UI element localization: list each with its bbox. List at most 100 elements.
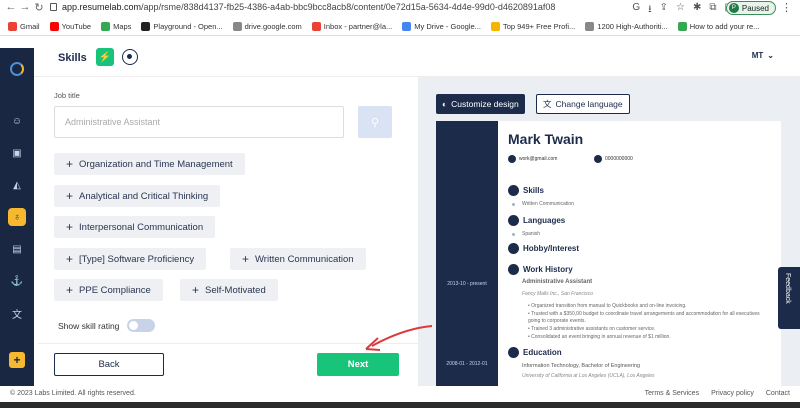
plus-icon: + bbox=[66, 220, 74, 234]
resume-language-item: Spanish bbox=[522, 231, 541, 237]
feedback-label: Feedback bbox=[784, 273, 791, 304]
user-menu[interactable]: MT ⌄ bbox=[752, 51, 774, 60]
bookmark-favicon-icon bbox=[101, 21, 111, 31]
skill-chip[interactable]: + Analytical and Critical Thinking bbox=[54, 185, 221, 207]
change-language-button[interactable]: 文 Change language bbox=[536, 94, 630, 114]
translate-icon[interactable]: 文 bbox=[8, 304, 26, 322]
resume-bullet: • Organized transition from manual to Qu… bbox=[528, 303, 687, 309]
app-logo[interactable] bbox=[10, 62, 24, 76]
skill-chip[interactable]: + Organization and Time Management bbox=[54, 153, 245, 175]
skill-rating-row: Show skill rating bbox=[58, 319, 156, 332]
skill-chip-label: Self-Motivated bbox=[205, 284, 266, 296]
terms-link[interactable]: Terms & Services bbox=[645, 390, 699, 397]
resume-company: Fancy Malls Inc., San Francisco bbox=[522, 291, 593, 297]
bookmark-label: Top 949+ Free Profi... bbox=[502, 21, 576, 31]
resume-education-heading: Education bbox=[508, 347, 562, 358]
profile-section-icon[interactable]: ☺ bbox=[8, 112, 26, 130]
bookmark-favicon-icon bbox=[311, 21, 321, 31]
lightbulb-icon bbox=[508, 185, 519, 196]
customize-design-label: Customize design bbox=[451, 99, 519, 109]
contact-link[interactable]: Contact bbox=[766, 390, 790, 397]
menu-icon[interactable]: ⋮ bbox=[781, 1, 792, 14]
bookmark-item[interactable]: 1200 High-Authoriti... bbox=[585, 21, 668, 31]
resume-school: University of California at Los Angeles … bbox=[522, 373, 655, 379]
customize-design-button[interactable]: ◐ Customize design bbox=[436, 94, 525, 114]
email-icon bbox=[508, 155, 516, 163]
resume-sidebar bbox=[436, 121, 498, 386]
plus-icon: + bbox=[66, 252, 74, 266]
anchor-icon[interactable]: ⚓ bbox=[8, 272, 26, 290]
search-button[interactable]: ⚲ bbox=[358, 106, 392, 138]
feedback-tab[interactable]: Feedback bbox=[778, 267, 800, 329]
forward-arrow-icon[interactable]: → bbox=[18, 1, 32, 13]
resume-email: work@gmail.com bbox=[508, 155, 557, 163]
bookmark-favicon-icon bbox=[677, 21, 687, 31]
plus-icon: + bbox=[66, 157, 74, 171]
skill-chip[interactable]: + Written Communication bbox=[230, 248, 366, 270]
taskbar-strip bbox=[0, 402, 800, 408]
resume-bullet: • Trusted with a $350,00 budget to coord… bbox=[528, 311, 760, 324]
skill-chip-label: [Type] Software Proficiency bbox=[79, 253, 195, 265]
resume-job-title: Administrative Assistant bbox=[522, 279, 593, 285]
bookmark-item[interactable]: YouTube bbox=[49, 21, 91, 31]
plus-icon: + bbox=[192, 283, 200, 297]
resume-name: Mark Twain bbox=[508, 131, 584, 147]
bookmark-favicon-icon bbox=[490, 21, 500, 31]
copyright: © 2023 Labs Limited. All rights reserved… bbox=[10, 390, 136, 397]
document-icon[interactable]: ▤ bbox=[8, 240, 26, 258]
resume-languages-heading: Languages bbox=[508, 215, 565, 226]
bookmark-item[interactable]: Top 949+ Free Profi... bbox=[490, 21, 576, 31]
skill-chip[interactable]: + Self-Motivated bbox=[180, 279, 278, 301]
resume-document[interactable]: 2013-10 - present 2008-01 - 2012-01 Mark… bbox=[436, 121, 781, 386]
skill-chip[interactable]: + [Type] Software Proficiency bbox=[54, 248, 207, 270]
plus-icon: + bbox=[242, 252, 250, 266]
bookmark-favicon-icon bbox=[402, 21, 412, 31]
bullet-dot bbox=[512, 203, 515, 206]
bookmark-label: My Drive - Google... bbox=[414, 21, 481, 31]
resume-bullet: • Trained 3 administrative assistants on… bbox=[528, 326, 656, 332]
privacy-link[interactable]: Privacy policy bbox=[711, 390, 754, 397]
skill-rating-toggle[interactable] bbox=[127, 319, 156, 332]
bookmark-item[interactable]: My Drive - Google... bbox=[402, 21, 481, 31]
skill-chip-label: Written Communication bbox=[255, 253, 354, 265]
bookmark-item[interactable]: drive.google.com bbox=[232, 21, 302, 31]
browser-address-row: ← → ↻ app.resumelab.com/app/rsme/838d413… bbox=[0, 0, 800, 17]
target-icon[interactable] bbox=[122, 49, 138, 65]
skill-rating-label: Show skill rating bbox=[58, 320, 120, 331]
bookmark-item[interactable]: Playground - Open... bbox=[141, 21, 223, 31]
bookmark-item[interactable]: Inbox - partner@la... bbox=[311, 21, 393, 31]
url-bar[interactable]: app.resumelab.com/app/rsme/838d4137-fb25… bbox=[62, 2, 555, 12]
palette-icon: ◐ bbox=[442, 99, 448, 109]
bookmark-item[interactable]: Gmail bbox=[8, 21, 40, 31]
bookmark-label: 1200 High-Authoriti... bbox=[597, 21, 668, 31]
add-section-button[interactable]: + bbox=[9, 352, 25, 368]
profile-button[interactable]: P Paused bbox=[725, 1, 776, 15]
work-dates: 2013-10 - present bbox=[447, 281, 487, 287]
bookmark-label: Gmail bbox=[20, 21, 40, 31]
bookmark-item[interactable]: Maps bbox=[101, 21, 131, 31]
lightbulb-icon[interactable]: ♁ bbox=[8, 208, 26, 226]
bookmark-label: How to add your re... bbox=[689, 21, 760, 31]
bookmark-favicon-icon bbox=[49, 21, 59, 31]
job-title-input[interactable]: Administrative Assistant bbox=[54, 106, 344, 138]
skill-chip[interactable]: + PPE Compliance bbox=[54, 279, 163, 301]
left-rail: ☺ ▣ ◭ ♁ ▤ ⚓ 文 + bbox=[0, 48, 34, 386]
chevron-down-icon: ⌄ bbox=[767, 51, 774, 60]
graduation-icon[interactable]: ◭ bbox=[8, 176, 26, 194]
back-arrow-icon[interactable]: ← bbox=[4, 1, 18, 13]
resume-preview-panel: ◐ Customize design 文 Change language 201… bbox=[418, 77, 800, 386]
reload-icon[interactable]: ↻ bbox=[32, 1, 46, 14]
bookmark-label: Playground - Open... bbox=[153, 21, 223, 31]
user-initials: MT bbox=[751, 51, 764, 60]
anchor-icon bbox=[508, 243, 519, 254]
divider bbox=[38, 343, 418, 344]
bookmarks-bar: Gmail YouTube Maps Playground - Open... driv… bbox=[0, 17, 800, 36]
footer: © 2023 Labs Limited. All rights reserved… bbox=[0, 386, 800, 402]
briefcase-icon[interactable]: ▣ bbox=[8, 144, 26, 162]
bookmark-label: Inbox - partner@la... bbox=[323, 21, 393, 31]
skill-chip[interactable]: + Interpersonal Communication bbox=[54, 216, 216, 238]
lightning-icon[interactable]: ⚡ bbox=[96, 48, 114, 66]
next-button[interactable]: Next bbox=[317, 353, 399, 376]
bookmark-item[interactable]: How to add your re... bbox=[677, 21, 760, 31]
back-button[interactable]: Back bbox=[54, 353, 164, 376]
